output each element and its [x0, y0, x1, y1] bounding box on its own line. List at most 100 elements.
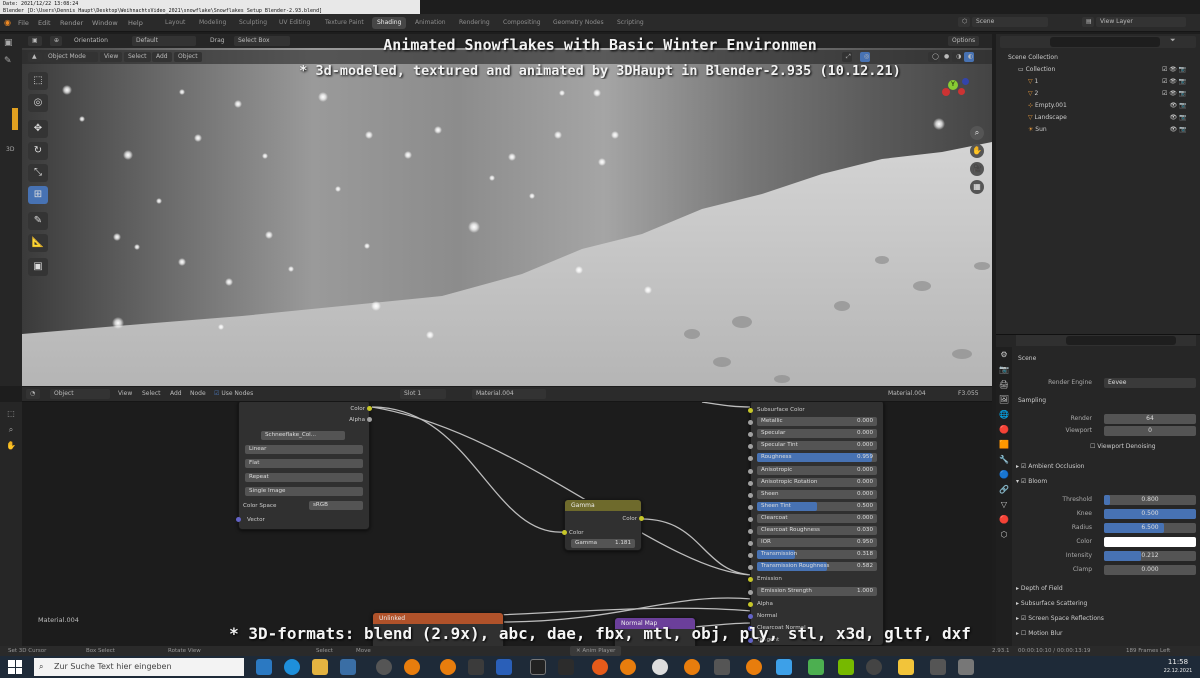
transform-tool-icon[interactable]: ⊞ [28, 186, 48, 204]
viewport-menu-select[interactable]: Select [124, 52, 151, 62]
property-tab-icons[interactable]: ⚙ 📷 🖨 🖼 🌐 🔴 🟧 🔧 🔵 🔗 ▽ 🔴 ⬡ [996, 347, 1012, 542]
annotate-tool-icon[interactable]: ✎ [28, 212, 48, 230]
bsdf-input-socket[interactable] [748, 408, 753, 413]
slot-select[interactable]: Slot 1 [400, 389, 446, 399]
filter-icon[interactable]: ⏷ [1170, 36, 1176, 45]
node-side-icons[interactable]: ⬚ ⌕ ✋ [0, 402, 22, 454]
render-engine-select[interactable]: Eevee [1104, 378, 1196, 388]
bsdf-value-field[interactable]: Clearcoat Roughness 0.030 [757, 526, 877, 535]
explorer-icon[interactable] [312, 659, 328, 675]
scene-selector[interactable]: Scene [972, 17, 1048, 27]
app-icon[interactable] [866, 659, 882, 675]
socket-color-out[interactable] [367, 406, 372, 411]
nvidia-icon[interactable] [838, 659, 854, 675]
blender-active-icon[interactable] [684, 659, 700, 675]
node-menu-node[interactable]: Node [186, 389, 210, 399]
bsdf-input-socket[interactable] [748, 601, 753, 607]
task-view-icon[interactable] [256, 659, 272, 675]
tab-layout[interactable]: Layout [160, 17, 190, 29]
tab-animation[interactable]: Animation [410, 17, 451, 29]
bsdf-value-field[interactable]: Anisotropic Rotation 0.000 [757, 477, 877, 487]
dof-row[interactable]: ▸ Depth of Field [1014, 583, 1198, 595]
orientation-select[interactable]: Default [132, 36, 196, 46]
cursor-tool-icon[interactable]: ◎ [28, 94, 48, 112]
principled-bsdf-node[interactable]: Subsurface Color Metallic 0.000 Specular 0.0… [748, 402, 884, 646]
terminal-icon[interactable] [530, 659, 546, 675]
bsdf-input-socket[interactable] [748, 420, 753, 426]
scene-icon[interactable]: ⬡ [958, 17, 970, 27]
menu-render[interactable]: Render [56, 17, 87, 29]
app-icon[interactable] [558, 659, 574, 675]
bsdf-input-socket[interactable] [748, 553, 753, 559]
bsdf-input-socket[interactable] [748, 444, 753, 450]
bsdf-input-socket[interactable] [748, 468, 753, 474]
bsdf-input-socket[interactable] [748, 565, 753, 571]
bsdf-input-socket[interactable] [748, 504, 753, 510]
node-editor-type-icon[interactable]: ◔ [26, 389, 40, 399]
bsdf-input-socket[interactable] [748, 589, 753, 595]
app-icon[interactable] [496, 659, 512, 675]
tab-geometry-nodes[interactable]: Geometry Nodes [548, 17, 609, 29]
knee-field[interactable]: 0.500 [1104, 509, 1196, 519]
material-select[interactable]: Material.004 [472, 389, 546, 399]
bsdf-input-socket[interactable] [748, 516, 753, 522]
bsdf-value-field[interactable]: Transmission 0.318 [757, 550, 877, 560]
mode-select[interactable]: Object Mode [44, 52, 98, 62]
perspective-icon[interactable]: ▦ [970, 180, 984, 194]
tab-sculpting[interactable]: Sculpting [234, 17, 272, 29]
bsdf-value-field[interactable]: Anisotropic 0.000 [757, 465, 877, 475]
menu-help[interactable]: Help [124, 17, 147, 29]
bsdf-input-socket[interactable] [748, 577, 753, 583]
bsdf-value-field[interactable]: Specular Tint 0.000 [757, 441, 877, 451]
viewport-menu-view[interactable]: View [100, 52, 123, 62]
view-layer-icon[interactable]: ▤ [1082, 17, 1094, 27]
app-icon[interactable] [808, 659, 824, 675]
axis-z-icon[interactable] [958, 88, 965, 95]
threshold-field[interactable]: 0.800 [1104, 495, 1196, 505]
menu-edit[interactable]: Edit [34, 17, 55, 29]
sampling-section[interactable]: Sampling [1014, 395, 1198, 407]
gamma-in-socket[interactable] [562, 530, 567, 535]
bsdf-input-socket[interactable] [748, 432, 753, 438]
properties-search-input[interactable] [1066, 336, 1176, 345]
tab-shading[interactable]: Shading [372, 17, 407, 29]
tool-settings-icon[interactable]: ✎ [4, 56, 12, 66]
select-tool-icon[interactable]: ⬚ [28, 72, 48, 90]
viewport-menu-object[interactable]: Object [174, 52, 202, 62]
firefox-icon[interactable] [592, 659, 608, 675]
measure-tool-icon[interactable]: 📐 [28, 234, 48, 252]
bsdf-value-field[interactable]: IOR 0.950 [757, 538, 877, 548]
denoise-row[interactable]: ☐ Viewport Denoising [1014, 441, 1198, 453]
node-mode-select[interactable]: Object [50, 389, 110, 399]
axis-x-icon[interactable] [942, 88, 950, 96]
outliner-row-scene-collection[interactable]: Scene Collection [996, 52, 1200, 63]
sss-row[interactable]: ▸ Subsurface Scattering [1014, 598, 1198, 610]
bsdf-input-socket[interactable] [748, 480, 753, 486]
tab-rendering[interactable]: Rendering [454, 17, 495, 29]
axis-y-icon[interactable]: Y [948, 80, 958, 90]
socket-vector-in[interactable] [236, 517, 241, 522]
app-icon[interactable] [930, 659, 946, 675]
camera-view-icon[interactable]: 🎥 [970, 162, 984, 176]
bsdf-input-socket[interactable] [748, 492, 753, 498]
ao-row[interactable]: ▸ ☑ Ambient Occlusion [1014, 461, 1198, 473]
tab-modeling[interactable]: Modeling [194, 17, 231, 29]
blender-task-icon[interactable] [404, 659, 420, 675]
taskbar-search-input[interactable]: ⌕ Zur Suche Text hier eingeben [34, 658, 244, 676]
app-icon[interactable] [340, 659, 356, 675]
interpolation-select[interactable]: Linear [245, 445, 363, 454]
axis-neg-icon[interactable] [962, 78, 969, 85]
blender-logo-icon[interactable]: ◉ [0, 17, 15, 29]
bsdf-value-field[interactable]: Specular 0.000 [757, 429, 877, 439]
bsdf-input-socket[interactable] [748, 456, 753, 462]
tab-scripting[interactable]: Scripting [612, 17, 649, 29]
viewport-samples-field[interactable]: 0 [1104, 426, 1196, 436]
menu-file[interactable]: File [14, 17, 33, 29]
bsdf-value-field[interactable]: Emission Strength 1.000 [757, 586, 877, 596]
node-menu-view[interactable]: View [114, 389, 136, 399]
tab-compositing[interactable]: Compositing [498, 17, 546, 29]
outliner-search-input[interactable] [1050, 37, 1160, 47]
clamp-field[interactable]: 0.000 [1104, 565, 1196, 575]
move-tool-icon[interactable]: ✥ [28, 120, 48, 138]
pan-icon[interactable]: ✋ [970, 144, 984, 158]
